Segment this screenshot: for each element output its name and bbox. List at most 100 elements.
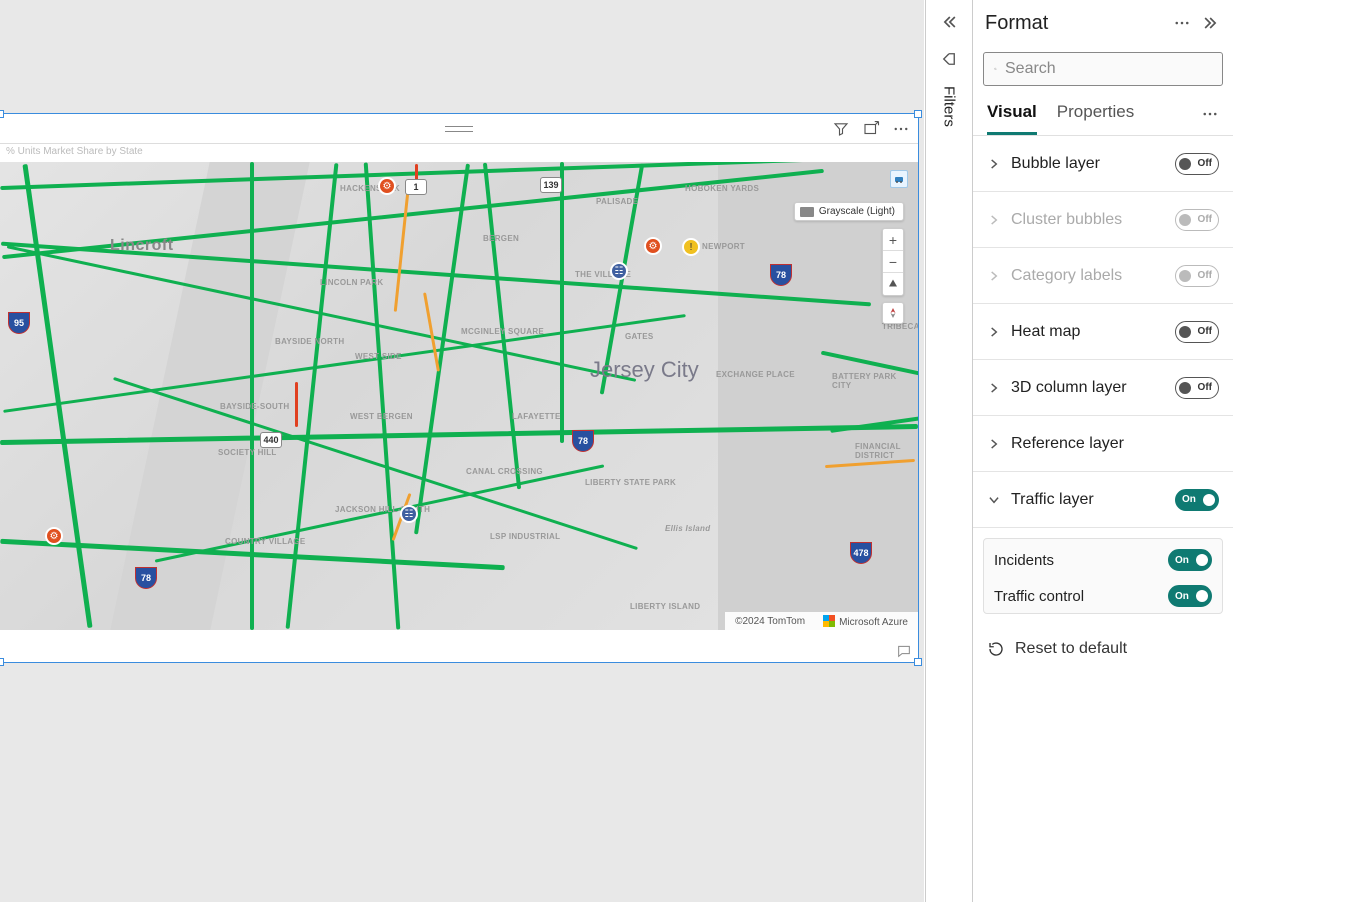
- resize-handle-se[interactable]: [914, 658, 922, 666]
- toggle-category-labels: Off: [1175, 265, 1219, 287]
- interstate-shield: 78: [572, 430, 594, 452]
- comment-icon[interactable]: [896, 643, 912, 659]
- compass-button[interactable]: [882, 302, 904, 324]
- rotate-icon[interactable]: [940, 50, 958, 68]
- azure-logo-icon: [823, 615, 835, 627]
- map-label: LINCOLN PARK: [320, 278, 383, 287]
- map-label: WEST BERGEN: [350, 412, 413, 421]
- chevron-right-icon: [987, 157, 1001, 171]
- map-label: Lincroft: [110, 237, 174, 255]
- map-label: LIBERTY STATE PARK: [585, 478, 676, 487]
- toggle-cluster-bubbles: Off: [1175, 209, 1219, 231]
- toggle-bubble-layer[interactable]: Off: [1175, 153, 1219, 175]
- map-style-control[interactable]: Grayscale (Light): [794, 202, 904, 221]
- search-input[interactable]: [1005, 60, 1212, 78]
- section-label: Traffic layer: [1011, 491, 1165, 509]
- chevron-right-icon: [987, 325, 1001, 339]
- section-3d-column-layer[interactable]: 3D column layer Off: [973, 360, 1233, 416]
- visual-title: % Units Market Share by State: [0, 144, 918, 162]
- chevron-right-icon: [987, 269, 1001, 283]
- tab-visual[interactable]: Visual: [987, 102, 1037, 135]
- filters-label[interactable]: Filters: [941, 86, 958, 127]
- map-zoom-controls: + −: [882, 228, 904, 296]
- expand-filters-icon[interactable]: [939, 12, 959, 32]
- toggle-traffic-layer[interactable]: On: [1175, 489, 1219, 511]
- collapse-panel-icon[interactable]: [1201, 13, 1221, 33]
- more-options-icon[interactable]: [892, 120, 910, 138]
- incident-marker[interactable]: !: [682, 238, 700, 256]
- toggle-heat-map[interactable]: Off: [1175, 321, 1219, 343]
- focus-mode-icon[interactable]: [862, 120, 880, 138]
- filters-pane-collapsed: Filters: [925, 0, 973, 902]
- section-label: Cluster bubbles: [1011, 211, 1165, 229]
- report-canvas: % Units Market Share by State: [0, 0, 924, 902]
- map-city-label: Jersey City: [590, 357, 699, 383]
- map-viewport[interactable]: Lincroft Jersey City LINCOLN PARK BAYSID…: [0, 162, 918, 630]
- map-label: BAYSIDE NORTH: [275, 337, 344, 346]
- section-label: Bubble layer: [1011, 155, 1165, 173]
- map-label: Ellis Island: [665, 524, 710, 533]
- reset-label: Reset to default: [1015, 640, 1127, 658]
- sub-traffic-control: Traffic control On: [994, 585, 1212, 607]
- section-traffic-layer[interactable]: Traffic layer On: [973, 472, 1233, 528]
- format-sections: Bubble layer Off Cluster bubbles Off Cat…: [973, 136, 1233, 674]
- map-traffic-toggle-icon[interactable]: [890, 170, 908, 188]
- resize-handle-nw[interactable]: [0, 110, 4, 118]
- format-title: Format: [985, 12, 1048, 35]
- incident-marker[interactable]: ⚙: [45, 527, 63, 545]
- drag-handle-icon[interactable]: [445, 126, 473, 132]
- section-label: Category labels: [1011, 267, 1165, 285]
- chevron-right-icon: [987, 381, 1001, 395]
- interstate-shield: 95: [8, 312, 30, 334]
- incident-marker[interactable]: ⚙: [378, 177, 396, 195]
- section-label: Heat map: [1011, 323, 1165, 341]
- map-label: MCGINLEY SQUARE: [461, 327, 544, 336]
- format-search[interactable]: [983, 52, 1223, 86]
- map-attribution: ©2024 TomTom Microsoft Azure: [725, 612, 918, 630]
- incident-marker[interactable]: ⚙: [644, 237, 662, 255]
- chevron-right-icon: [987, 213, 1001, 227]
- pitch-button[interactable]: [883, 273, 903, 295]
- traffic-sub-section: Incidents On Traffic control On: [983, 538, 1223, 614]
- toggle-3d-column-layer[interactable]: Off: [1175, 377, 1219, 399]
- map-label: COUNTRY VILLAGE: [225, 537, 306, 546]
- resize-handle-sw[interactable]: [0, 658, 4, 666]
- map-label: BAYSIDE-SOUTH: [220, 402, 289, 411]
- tabs-more-icon[interactable]: [1201, 105, 1219, 133]
- map-visual-container[interactable]: % Units Market Share by State: [0, 114, 918, 662]
- section-cluster-bubbles: Cluster bubbles Off: [973, 192, 1233, 248]
- map-label: NEWPORT: [702, 242, 745, 251]
- visual-header: [0, 114, 918, 144]
- water-area-2: [110, 162, 309, 630]
- search-icon: [994, 61, 997, 77]
- format-panel: Format Visual Properties Bubble layer Of…: [973, 0, 1233, 902]
- toggle-incidents[interactable]: On: [1168, 549, 1212, 571]
- incident-marker[interactable]: ☷: [610, 262, 628, 280]
- section-label: 3D column layer: [1011, 379, 1165, 397]
- filter-icon[interactable]: [832, 120, 850, 138]
- map-label: HOBOKEN YARDS: [685, 184, 759, 193]
- sub-label: Traffic control: [994, 588, 1084, 605]
- tab-properties[interactable]: Properties: [1057, 102, 1134, 135]
- map-label: EXCHANGE PLACE: [716, 370, 795, 379]
- resize-handle-ne[interactable]: [914, 110, 922, 118]
- section-category-labels: Category labels Off: [973, 248, 1233, 304]
- zoom-in-button[interactable]: +: [883, 229, 903, 251]
- map-label: FINANCIAL DISTRICT: [855, 442, 918, 460]
- interstate-shield: 78: [135, 567, 157, 589]
- toggle-traffic-control[interactable]: On: [1168, 585, 1212, 607]
- more-options-icon[interactable]: [1173, 14, 1191, 32]
- interstate-shield: 478: [850, 542, 872, 564]
- zoom-out-button[interactable]: −: [883, 251, 903, 273]
- reset-to-default[interactable]: Reset to default: [973, 624, 1233, 674]
- provider-text: Microsoft Azure: [823, 615, 908, 628]
- section-reference-layer[interactable]: Reference layer: [973, 416, 1233, 472]
- format-header: Format: [973, 0, 1233, 46]
- section-label: Reference layer: [1011, 435, 1219, 453]
- copyright-text: ©2024 TomTom: [735, 616, 805, 627]
- map-label: LSP INDUSTRIAL: [490, 532, 560, 541]
- section-heat-map[interactable]: Heat map Off: [973, 304, 1233, 360]
- section-bubble-layer[interactable]: Bubble layer Off: [973, 136, 1233, 192]
- route-shield: 1: [405, 179, 427, 195]
- incident-marker[interactable]: ☷: [400, 505, 418, 523]
